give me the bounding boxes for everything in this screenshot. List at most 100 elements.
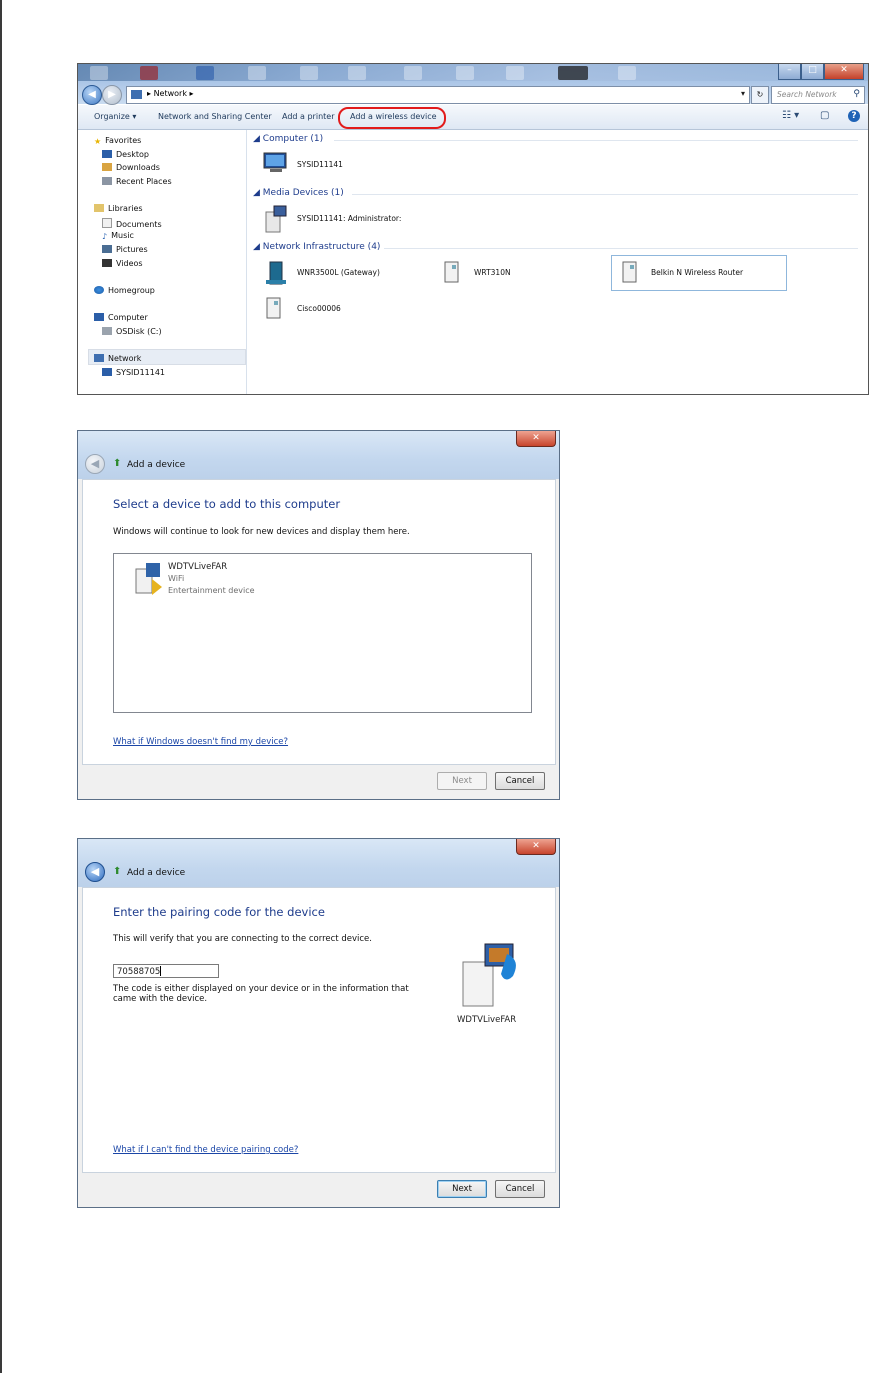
add-printer-button[interactable]: Add a printer (282, 112, 334, 121)
downloads-icon (102, 163, 112, 171)
next-button[interactable]: Next (437, 1180, 487, 1198)
network-icon (94, 354, 104, 362)
dialog-footer: Next Cancel (78, 765, 559, 799)
pairing-code-input[interactable]: 70588705 (113, 964, 219, 978)
nav-computer[interactable]: Computer (94, 313, 148, 322)
navigation-pane: ★ Favorites Desktop Downloads Recent Plac… (78, 130, 247, 394)
list-item[interactable]: WDTVLiveFAR WiFi Entertainment device (114, 554, 531, 600)
libraries-icon (94, 204, 104, 212)
nav-favorites[interactable]: ★ Favorites (94, 136, 141, 146)
device-name: WDTVLiveFAR (168, 562, 228, 572)
dialog-body: Enter the pairing code for the device Th… (82, 887, 556, 1173)
view-options-icon[interactable]: ☷ ▾ (782, 110, 799, 121)
videos-icon (102, 259, 112, 267)
dialog-title: Add a device (127, 868, 186, 878)
device-name: WDTVLiveFAR (457, 1015, 517, 1025)
search-input[interactable]: Search Network ⚲ (771, 86, 865, 104)
close-button[interactable]: ✕ (824, 64, 864, 80)
breadcrumb-network[interactable]: Network (154, 89, 187, 98)
help-link[interactable]: What if Windows doesn't find my device? (113, 737, 288, 747)
device-wrt310n[interactable]: WRT310N (474, 268, 511, 277)
nav-network[interactable]: Network (94, 354, 141, 363)
music-icon: ♪ (102, 232, 108, 241)
maximize-button[interactable]: □ (801, 64, 824, 80)
forward-arrow-icon[interactable]: ▶ (102, 85, 122, 105)
dialog-title-bar: ✕ ◀ ⬆ Add a device (78, 431, 559, 479)
dialog-subtext: This will verify that you are connecting… (113, 934, 372, 944)
hint-line-2: came with the device. (113, 994, 208, 1004)
minimize-button[interactable]: – (778, 64, 801, 80)
add-device-icon: ⬆ (113, 866, 122, 877)
back-arrow-icon[interactable]: ◀ (82, 85, 102, 105)
dialog-subtext: Windows will continue to look for new de… (113, 527, 410, 537)
device-gateway[interactable]: WNR3500L (Gateway) (297, 268, 380, 277)
window-caption-buttons: – □ ✕ (778, 64, 864, 80)
dialog-title: Add a device (127, 460, 186, 470)
back-arrow-icon[interactable]: ◀ (85, 454, 105, 474)
explorer-window: – □ ✕ ◀ ▶ ▸ Network ▸ ▾ ↻ Search Network… (77, 63, 869, 395)
dialog-footer: Next Cancel (78, 1173, 559, 1207)
router-icon (444, 261, 459, 283)
nav-sysid[interactable]: SYSID11141 (102, 368, 165, 377)
router-icon (266, 297, 281, 319)
cancel-button[interactable]: Cancel (495, 772, 545, 790)
help-link[interactable]: What if I can't find the device pairing … (113, 1145, 298, 1155)
device-sysid-media[interactable]: SYSID11141: Administrator: (297, 214, 401, 223)
disk-icon (102, 327, 112, 335)
media-server-icon (265, 205, 287, 233)
nav-videos[interactable]: Videos (102, 259, 143, 268)
network-sharing-center-button[interactable]: Network and Sharing Center (158, 112, 272, 121)
dialog-heading: Select a device to add to this computer (113, 497, 341, 511)
back-arrow-icon[interactable]: ◀ (85, 862, 105, 882)
desktop-icon (102, 150, 112, 158)
nav-libraries[interactable]: Libraries (94, 204, 143, 213)
preview-pane-icon[interactable]: ▢ (820, 110, 829, 121)
computer-icon (102, 368, 112, 376)
address-bar[interactable]: ▸ Network ▸ ▾ (126, 86, 750, 104)
group-media-header[interactable]: ◢ Media Devices (1) (253, 188, 344, 198)
device-list[interactable]: WDTVLiveFAR WiFi Entertainment device (113, 553, 532, 713)
content-pane: ◢ Computer (1) SYSID11141 ◢ Media Device… (248, 130, 868, 394)
nav-music[interactable]: ♪ Music (102, 231, 134, 241)
close-button[interactable]: ✕ (516, 839, 556, 855)
device-belkin[interactable]: Belkin N Wireless Router (651, 268, 743, 277)
cancel-button[interactable]: Cancel (495, 1180, 545, 1198)
documents-icon (102, 218, 112, 228)
nav-desktop[interactable]: Desktop (102, 150, 149, 159)
help-icon[interactable]: ? (848, 110, 860, 122)
gateway-router-icon (266, 261, 286, 285)
add-device-dialog-pairing: ✕ ◀ ⬆ Add a device Enter the pairing cod… (77, 838, 560, 1208)
dialog-heading: Enter the pairing code for the device (113, 905, 325, 919)
organize-menu[interactable]: Organize ▾ (94, 112, 136, 121)
chevron-down-icon[interactable]: ▾ (741, 89, 745, 98)
nav-homegroup[interactable]: Homegroup (94, 286, 155, 295)
nav-recent-places[interactable]: Recent Places (102, 177, 172, 186)
add-device-icon: ⬆ (113, 458, 122, 469)
close-button[interactable]: ✕ (516, 431, 556, 447)
device-sysid-computer[interactable]: SYSID11141 (297, 160, 343, 169)
refresh-icon[interactable]: ↻ (751, 86, 769, 104)
router-icon (622, 261, 637, 283)
media-device-icon (135, 563, 162, 595)
nav-osdisk[interactable]: OSDisk (C:) (102, 327, 162, 336)
nav-documents[interactable]: Documents (102, 218, 162, 229)
search-icon: ⚲ (853, 89, 860, 99)
star-icon: ★ (94, 137, 102, 146)
group-computer-header[interactable]: ◢ Computer (1) (253, 134, 323, 144)
network-icon (131, 90, 142, 99)
next-button[interactable]: Next (437, 772, 487, 790)
device-category: Entertainment device (168, 586, 255, 595)
group-infra-header[interactable]: ◢ Network Infrastructure (4) (253, 242, 380, 252)
media-device-icon (462, 943, 516, 1007)
highlight-circle (338, 107, 446, 129)
command-bar: Organize ▾ Network and Sharing Center Ad… (78, 105, 868, 130)
dialog-body: Select a device to add to this computer … (82, 479, 556, 765)
text-caret (160, 966, 162, 976)
nav-downloads[interactable]: Downloads (102, 163, 160, 172)
dialog-title-bar: ✕ ◀ ⬆ Add a device (78, 839, 559, 887)
nav-pictures[interactable]: Pictures (102, 245, 148, 254)
hint-line-1: The code is either displayed on your dev… (113, 984, 409, 994)
computer-icon (94, 313, 104, 321)
device-cisco[interactable]: Cisco00006 (297, 304, 341, 313)
pictures-icon (102, 245, 112, 253)
